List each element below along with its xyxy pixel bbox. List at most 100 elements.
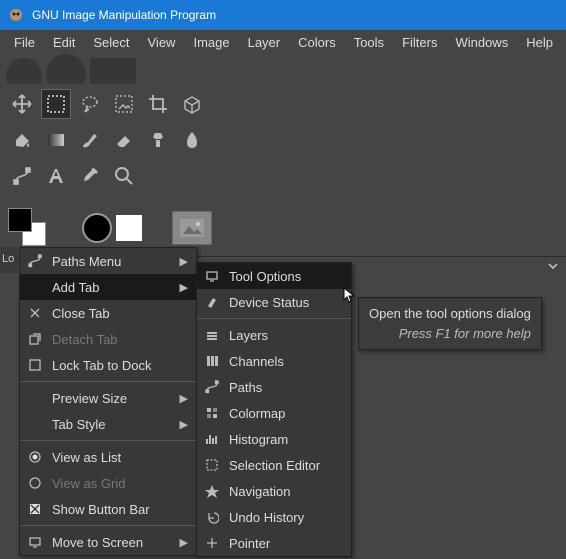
menu-tools[interactable]: Tools [346, 32, 392, 53]
checkbox-on-icon [26, 500, 44, 518]
add-tab-item-tool-options[interactable]: Tool Options [197, 263, 351, 289]
image-icon [180, 219, 204, 237]
menu-help[interactable]: Help [518, 32, 561, 53]
add-tab-item-device-status[interactable]: Device Status [197, 289, 351, 315]
menu-layer[interactable]: Layer [240, 32, 289, 53]
menu-item-label: Preview Size [52, 391, 170, 406]
fg-bg-color[interactable] [8, 208, 52, 248]
menu-item-label: Selection Editor [229, 458, 343, 473]
menu-separator [20, 381, 196, 382]
tab-menu-item-close-tab[interactable]: Close Tab [20, 300, 196, 326]
image-thumb[interactable] [172, 211, 212, 245]
fg-color-swatch[interactable] [8, 208, 32, 232]
tab-menu-item-detach-tab: Detach Tab [20, 326, 196, 352]
tool-gradient[interactable] [42, 126, 70, 154]
menu-separator [20, 525, 196, 526]
menu-separator [197, 318, 351, 319]
menu-windows[interactable]: Windows [447, 32, 516, 53]
tool-crop[interactable] [144, 90, 172, 118]
tooltip-hint: Press F1 for more help [369, 324, 531, 344]
menubar: File Edit Select View Image Layer Colors… [0, 30, 566, 54]
add-tab-item-colormap[interactable]: Colormap [197, 400, 351, 426]
tool-eraser[interactable] [110, 126, 138, 154]
tab-menu-item-view-as-list[interactable]: View as List [20, 444, 196, 470]
add-tab-item-navigation[interactable]: Navigation [197, 478, 351, 504]
tool-smudge[interactable] [178, 126, 206, 154]
tab-menu-item-move-to-screen[interactable]: Move to Screen▶ [20, 529, 196, 555]
paths-icon [26, 252, 44, 270]
tab-menu-item-tab-style[interactable]: Tab Style▶ [20, 411, 196, 437]
colormap-icon [203, 404, 221, 422]
tool-fuzzy-select[interactable] [110, 90, 138, 118]
submenu-arrow-icon: ▶ [178, 536, 188, 549]
add-tab-item-pointer[interactable]: Pointer [197, 530, 351, 556]
tooltip: Open the tool options dialog Press F1 fo… [358, 297, 542, 350]
add-tab-item-histogram[interactable]: Histogram [197, 426, 351, 452]
menu-colors[interactable]: Colors [290, 32, 344, 53]
menu-item-label: Detach Tab [52, 332, 188, 347]
app-icon [8, 7, 24, 23]
menu-view[interactable]: View [140, 32, 184, 53]
close-icon [26, 304, 44, 322]
brush-preview[interactable] [82, 213, 142, 243]
tool-zoom[interactable] [110, 162, 138, 190]
tool-text[interactable] [42, 162, 70, 190]
menu-select[interactable]: Select [85, 32, 137, 53]
menu-image[interactable]: Image [185, 32, 237, 53]
menu-item-label: Histogram [229, 432, 343, 447]
submenu-arrow-icon: ▶ [178, 281, 188, 294]
tool-bucket[interactable] [8, 126, 36, 154]
menu-edit[interactable]: Edit [45, 32, 83, 53]
navigation-icon [203, 482, 221, 500]
tool-free-select[interactable] [76, 90, 104, 118]
tool-paths[interactable] [8, 162, 36, 190]
menu-item-label: Paths Menu [52, 254, 170, 269]
add-tab-item-selection-editor[interactable]: Selection Editor [197, 452, 351, 478]
menu-item-label: Tool Options [229, 269, 343, 284]
tab-menu-item-show-button-bar[interactable]: Show Button Bar [20, 496, 196, 522]
dock-menu-arrow-icon[interactable] [546, 259, 560, 273]
tab-context-menu: Paths Menu▶Add Tab▶Close TabDetach TabLo… [19, 247, 197, 556]
tab-menu-item-paths-menu[interactable]: Paths Menu▶ [20, 248, 196, 274]
screen-icon [26, 533, 44, 551]
menu-item-label: Colormap [229, 406, 343, 421]
tab-menu-item-add-tab[interactable]: Add Tab ▶ [20, 274, 196, 300]
submenu-arrow-icon: ▶ [178, 392, 188, 405]
menu-item-label: Close Tab [52, 306, 188, 321]
tab-menu-item-preview-size[interactable]: Preview Size ▶ [20, 385, 196, 411]
pattern-swatch [116, 215, 142, 241]
channels-icon [203, 352, 221, 370]
menu-file[interactable]: File [6, 32, 43, 53]
tool-clone[interactable] [144, 126, 172, 154]
blank-icon [26, 389, 44, 407]
add-tab-item-layers[interactable]: Layers [197, 322, 351, 348]
histogram-icon [203, 430, 221, 448]
add-tab-item-paths[interactable]: Paths [197, 374, 351, 400]
menu-item-label: Undo History [229, 510, 343, 525]
menu-item-label: Paths [229, 380, 343, 395]
radio-off-icon [26, 474, 44, 492]
menu-item-label: Navigation [229, 484, 343, 499]
add-tab-item-undo-history[interactable]: Undo History [197, 504, 351, 530]
menu-item-label: Pointer [229, 536, 343, 551]
blank-icon [26, 278, 44, 296]
tool-transform[interactable] [178, 90, 206, 118]
menu-item-label: View as List [52, 450, 188, 465]
blank-icon [26, 415, 44, 433]
tool-color-picker[interactable] [76, 162, 104, 190]
brush-shape-icon [82, 213, 112, 243]
menu-item-label: Tab Style [52, 417, 170, 432]
menu-item-label: Device Status [229, 295, 343, 310]
menu-item-label: Show Button Bar [52, 502, 188, 517]
tab-menu-item-lock-tab-to-dock[interactable]: Lock Tab to Dock [20, 352, 196, 378]
menu-filters[interactable]: Filters [394, 32, 445, 53]
add-tab-item-channels[interactable]: Channels [197, 348, 351, 374]
tool-rect-select[interactable] [42, 90, 70, 118]
tool-paintbrush[interactable] [76, 126, 104, 154]
menu-item-label: Channels [229, 354, 343, 369]
tool-move[interactable] [8, 90, 36, 118]
window-title: GNU Image Manipulation Program [32, 8, 216, 22]
sidebar-stub: Lo [0, 247, 18, 273]
undo-icon [203, 508, 221, 526]
menu-item-label: Add Tab [52, 280, 170, 295]
